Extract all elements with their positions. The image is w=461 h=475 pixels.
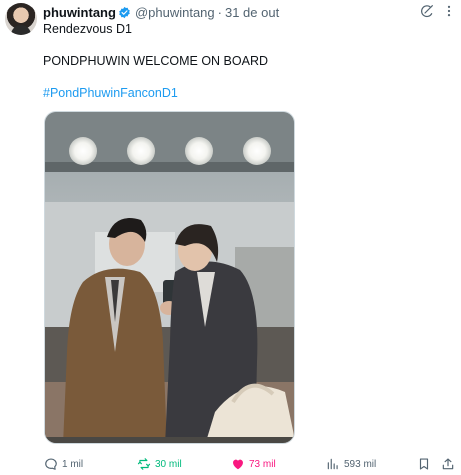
repost-icon [137, 458, 151, 470]
like-count: 73 mil [249, 458, 276, 470]
more-icon[interactable] [442, 3, 456, 19]
like-button[interactable]: 73 mil [231, 455, 276, 473]
photo-illustration [45, 112, 294, 443]
share-button[interactable] [441, 455, 459, 473]
timestamp[interactable]: 31 de out [225, 5, 279, 20]
verified-badge-icon [119, 6, 130, 18]
tweet-photo[interactable] [44, 111, 295, 444]
bookmark-button[interactable] [417, 455, 435, 473]
tweet-text: PONDPHUWIN WELCOME ON BOARD [43, 54, 269, 68]
tweet-subtitle: Rendezvous D1 [43, 22, 132, 36]
tweet-actions-bar: 1 mil 30 mil 73 mil 593 mil [0, 455, 461, 473]
display-name[interactable]: phuwintang [43, 5, 116, 20]
reply-button[interactable]: 1 mil [44, 455, 83, 473]
like-icon [233, 459, 243, 470]
avatar[interactable] [5, 3, 37, 35]
reply-count: 1 mil [62, 458, 84, 470]
separator-dot: · [217, 4, 222, 20]
grok-icon[interactable] [419, 3, 435, 19]
bookmark-icon [419, 458, 429, 470]
repost-button[interactable]: 30 mil [137, 455, 182, 473]
views-count: 593 mil [344, 458, 377, 470]
views-button[interactable]: 593 mil [326, 455, 376, 473]
repost-count: 30 mil [155, 458, 182, 470]
handle[interactable]: @phuwintang [135, 5, 215, 20]
share-icon [442, 458, 454, 470]
tweet: phuwintang @phuwintang · 31 de out Rende… [0, 0, 461, 475]
reply-icon [45, 458, 57, 470]
hashtag-link[interactable]: #PondPhuwinFanconD1 [43, 86, 178, 100]
tweet-header: phuwintang @phuwintang · 31 de out [43, 4, 279, 20]
views-icon [327, 458, 338, 470]
